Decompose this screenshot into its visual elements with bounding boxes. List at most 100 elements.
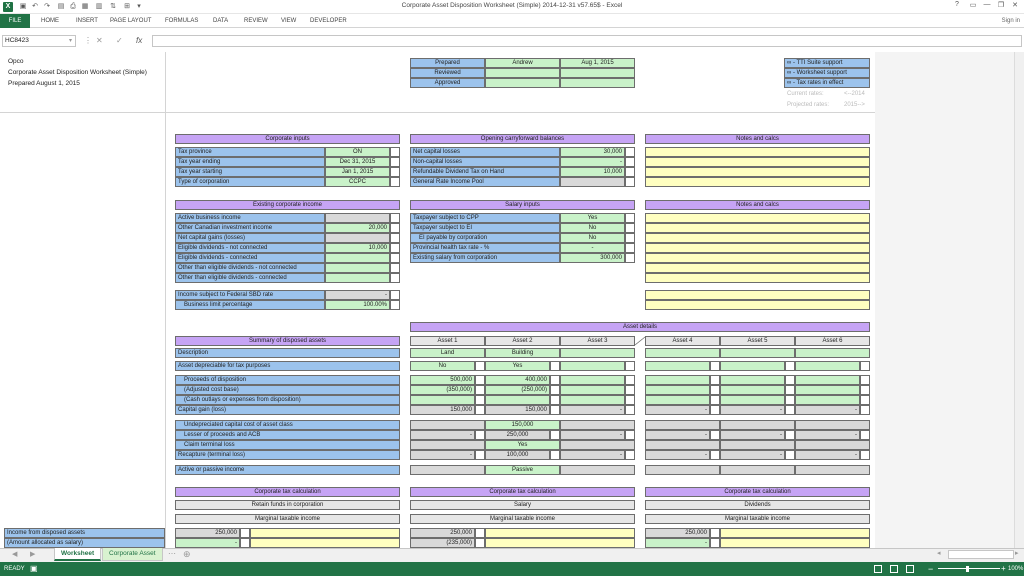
notes-cell[interactable] xyxy=(645,177,870,187)
note-cell[interactable] xyxy=(860,375,870,385)
note-cell[interactable] xyxy=(390,157,400,167)
tax-note-cell[interactable] xyxy=(250,538,400,548)
notes-cell[interactable] xyxy=(645,273,870,283)
note-cell[interactable] xyxy=(550,375,560,385)
input-cell[interactable]: 30,000 xyxy=(560,147,625,157)
asset-cell[interactable]: Yes xyxy=(485,440,560,450)
note-cell[interactable] xyxy=(625,361,635,371)
input-cell[interactable] xyxy=(560,177,625,187)
salary-cell[interactable]: 300,000 xyxy=(560,253,625,263)
page-layout-view-icon[interactable] xyxy=(890,565,898,573)
asset-cell[interactable] xyxy=(720,395,785,405)
notes-cell[interactable] xyxy=(645,213,870,223)
note-cell[interactable] xyxy=(475,385,485,395)
tti-suite-support-link[interactable]: ∞ - TTI Suite support xyxy=(784,58,870,68)
ribbon-display-icon[interactable]: ▭ xyxy=(966,1,980,9)
note-cell[interactable] xyxy=(475,430,485,440)
income-cell[interactable]: 20,000 xyxy=(325,223,390,233)
page-break-view-icon[interactable] xyxy=(906,565,914,573)
note-cell[interactable] xyxy=(475,528,485,538)
worksheet-grid[interactable]: Opco Corporate Asset Disposition Workshe… xyxy=(0,52,875,548)
asset-cell[interactable] xyxy=(795,375,860,385)
asset-cell[interactable] xyxy=(645,385,710,395)
note-cell[interactable] xyxy=(860,450,870,460)
tab-file[interactable]: FILE xyxy=(0,14,30,28)
input-cell[interactable]: Jan 1, 2015 xyxy=(325,167,390,177)
name-box-dropdown-icon[interactable]: ▾ xyxy=(69,35,72,47)
note-cell[interactable] xyxy=(390,300,400,310)
input-cell[interactable]: 10,000 xyxy=(560,167,625,177)
note-cell[interactable] xyxy=(550,385,560,395)
hscroll-right-icon[interactable]: ▸ xyxy=(1015,549,1019,557)
new-sheet-icon[interactable]: ⊕ xyxy=(183,549,191,560)
macro-record-icon[interactable]: ▣ xyxy=(30,564,38,573)
note-cell[interactable] xyxy=(390,147,400,157)
notes-cell[interactable] xyxy=(645,233,870,243)
insert-function-icon[interactable]: fx xyxy=(136,35,142,47)
minimize-button[interactable]: — xyxy=(980,1,994,8)
next-sheet-icon[interactable]: ▶ xyxy=(30,550,35,558)
asset-cell[interactable] xyxy=(645,361,710,371)
note-cell[interactable] xyxy=(625,177,635,187)
note-cell[interactable] xyxy=(785,430,795,440)
formula-input[interactable] xyxy=(152,35,1022,47)
note-cell[interactable] xyxy=(860,395,870,405)
asset-cell[interactable] xyxy=(410,395,475,405)
note-cell[interactable] xyxy=(550,361,560,371)
sheet-tab-worksheet[interactable]: Worksheet xyxy=(54,548,102,561)
notes-cell[interactable] xyxy=(645,167,870,177)
note-cell[interactable] xyxy=(390,290,400,300)
note-cell[interactable] xyxy=(710,450,720,460)
note-cell[interactable] xyxy=(625,213,635,223)
asset-cell[interactable]: 500,000 xyxy=(410,375,475,385)
asset-cell[interactable]: No xyxy=(410,361,475,371)
note-cell[interactable] xyxy=(390,177,400,187)
note-cell[interactable] xyxy=(625,243,635,253)
note-cell[interactable] xyxy=(550,430,560,440)
asset-cell[interactable]: (250,000) xyxy=(485,385,550,395)
notes-cell[interactable] xyxy=(645,223,870,233)
note-cell[interactable] xyxy=(785,405,795,415)
asset-cell[interactable] xyxy=(720,361,785,371)
sign-in-link[interactable]: Sign in xyxy=(1002,14,1020,28)
asset-cell[interactable]: Land xyxy=(410,348,485,358)
note-cell[interactable] xyxy=(710,361,720,371)
prev-sheet-icon[interactable]: ◀ xyxy=(12,550,17,558)
signoff-date-cell[interactable] xyxy=(560,78,635,88)
notes-cell[interactable] xyxy=(645,253,870,263)
note-cell[interactable] xyxy=(390,253,400,263)
note-cell[interactable] xyxy=(625,375,635,385)
asset-cell[interactable] xyxy=(795,361,860,371)
tab-developer[interactable]: DEVELOPER xyxy=(310,14,347,28)
salary-cell[interactable]: - xyxy=(560,243,625,253)
note-cell[interactable] xyxy=(625,430,635,440)
note-cell[interactable] xyxy=(860,361,870,371)
notes-cell[interactable] xyxy=(645,147,870,157)
note-cell[interactable] xyxy=(625,233,635,243)
income-cell[interactable] xyxy=(325,263,390,273)
note-cell[interactable] xyxy=(625,395,635,405)
business-limit-cell[interactable]: 100.00% xyxy=(325,300,390,310)
asset-cell[interactable]: 400,000 xyxy=(485,375,550,385)
note-cell[interactable] xyxy=(390,213,400,223)
note-cell[interactable] xyxy=(710,430,720,440)
tax-value-cell[interactable]: - xyxy=(175,538,240,548)
note-cell[interactable] xyxy=(625,147,635,157)
note-cell[interactable] xyxy=(785,361,795,371)
notes-cell[interactable] xyxy=(645,243,870,253)
notes-cell[interactable] xyxy=(645,157,870,167)
note-cell[interactable] xyxy=(390,263,400,273)
hscroll-left-icon[interactable]: ◂ xyxy=(937,549,941,557)
tab-home[interactable]: HOME xyxy=(41,14,59,28)
note-cell[interactable] xyxy=(860,385,870,395)
note-cell[interactable] xyxy=(475,395,485,405)
note-cell[interactable] xyxy=(625,157,635,167)
restore-button[interactable]: ❐ xyxy=(994,1,1008,9)
note-cell[interactable] xyxy=(475,450,485,460)
note-cell[interactable] xyxy=(475,538,485,548)
asset-cell[interactable] xyxy=(720,375,785,385)
asset-cell[interactable] xyxy=(485,395,550,405)
note-cell[interactable] xyxy=(785,385,795,395)
tax-note-cell[interactable] xyxy=(720,528,870,538)
asset-cell[interactable]: Building xyxy=(485,348,560,358)
